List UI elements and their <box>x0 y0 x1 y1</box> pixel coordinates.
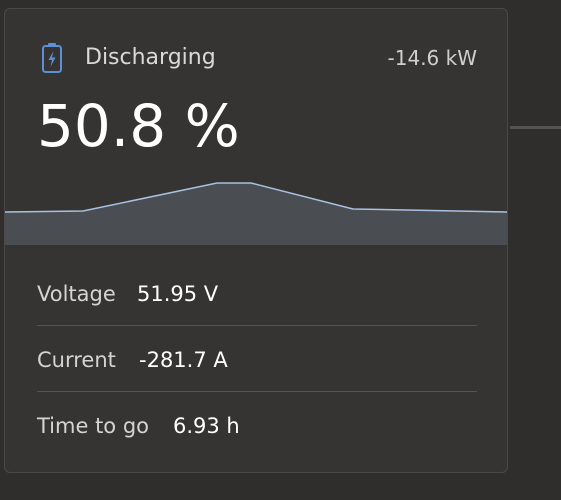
row-divider <box>37 325 477 326</box>
detail-value: 6.93 h <box>173 414 240 438</box>
stage: Discharging -14.6 kW 50.8 % Voltage 51.9… <box>0 0 561 500</box>
detail-value: -281.7 A <box>139 348 228 372</box>
detail-row-voltage: Voltage 51.95 V <box>37 263 477 329</box>
row-divider <box>37 391 477 392</box>
detail-label: Voltage <box>37 282 116 306</box>
detail-label: Time to go <box>37 414 150 438</box>
detail-row-current: Current -281.7 A <box>37 329 477 395</box>
detail-value: 51.95 V <box>137 282 219 306</box>
state-of-charge: 50.8 % <box>37 92 240 160</box>
battery-charging-icon <box>41 42 63 74</box>
detail-row-time-to-go: Time to go 6.93 h <box>37 395 477 461</box>
card-header: Discharging -14.6 kW <box>5 9 507 79</box>
soc-history-graph <box>5 169 507 245</box>
soc-history-area <box>5 183 507 245</box>
battery-card[interactable]: Discharging -14.6 kW 50.8 % Voltage 51.9… <box>4 8 508 473</box>
detail-label: Current <box>37 348 116 372</box>
battery-power: -14.6 kW <box>387 46 477 70</box>
battery-status: Discharging <box>85 45 216 70</box>
divider <box>510 126 561 129</box>
